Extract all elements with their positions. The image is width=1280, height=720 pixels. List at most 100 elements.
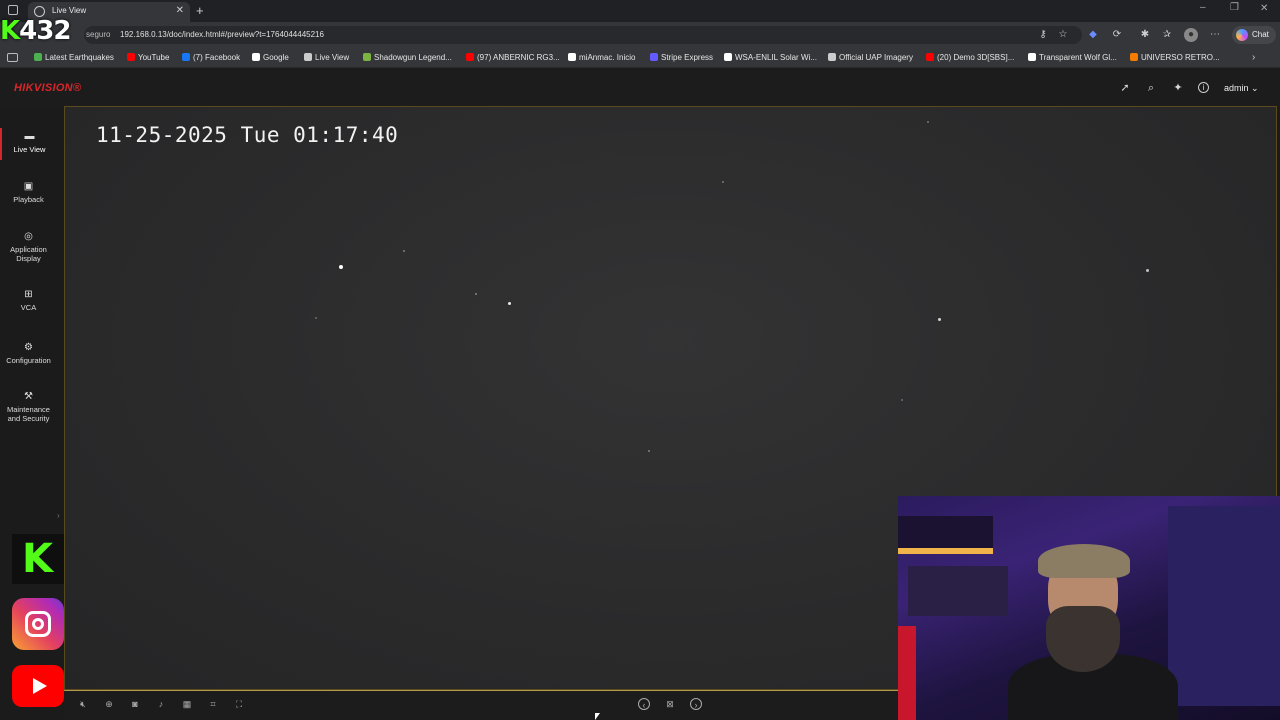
bookmark-item[interactable]: UNIVERSO RETRO... bbox=[1130, 53, 1220, 62]
tab-close-icon[interactable]: ✕ bbox=[176, 5, 184, 16]
info-icon[interactable]: i bbox=[1198, 82, 1209, 93]
star bbox=[315, 317, 317, 319]
star bbox=[901, 399, 903, 401]
bookmark-favicon-icon bbox=[466, 53, 474, 61]
sidebar-item-label: Live View bbox=[13, 145, 46, 154]
bookmark-label: (20) Demo 3D[SBS]... bbox=[937, 53, 1015, 62]
kick-logo: K bbox=[12, 534, 64, 584]
sidebar-item-maintenance[interactable]: ⚒ Maintenance and Security bbox=[0, 392, 57, 424]
bookmark-label: Google bbox=[263, 53, 289, 62]
extensions-icon[interactable]: ✱ bbox=[1138, 28, 1152, 42]
bookmark-item[interactable]: WSA-ENLIL Solar Wi... bbox=[724, 53, 817, 62]
bookmark-favicon-icon bbox=[182, 53, 190, 61]
sidebar-item-application-display[interactable]: ◎ Application Display bbox=[0, 232, 57, 264]
bookmark-favicon-icon bbox=[926, 53, 934, 61]
star bbox=[648, 450, 650, 452]
bookmark-item[interactable]: Transparent Wolf Gl... bbox=[1028, 53, 1117, 62]
bookmark-favicon-icon bbox=[252, 53, 260, 61]
bookmark-label: Shadowgun Legend... bbox=[374, 53, 452, 62]
stop-icon[interactable]: ⊠ bbox=[664, 698, 676, 710]
fullscreen-icon[interactable]: ⛶ bbox=[233, 698, 245, 710]
microphone-icon[interactable]: ♪ bbox=[155, 698, 167, 710]
star bbox=[475, 293, 477, 295]
bookmark-label: (97) ANBERNIC RG3... bbox=[477, 53, 560, 62]
sidebar-item-vca[interactable]: ⊞ VCA bbox=[0, 290, 57, 313]
sidebar-expand-icon[interactable]: › bbox=[57, 511, 60, 520]
sidebar-item-playback[interactable]: ▣ Playback bbox=[0, 181, 57, 205]
minimize-icon[interactable]: – bbox=[1200, 2, 1206, 13]
bookmark-label: Live View bbox=[315, 53, 350, 62]
bookmark-item[interactable]: Shadowgun Legend... bbox=[363, 53, 452, 62]
sidebar-item-label: VCA bbox=[20, 303, 37, 312]
tab-title: Live View bbox=[52, 6, 87, 15]
search-icon[interactable]: ⌕ bbox=[1144, 81, 1158, 95]
star bbox=[927, 121, 929, 123]
live-view-icon: ▬ bbox=[24, 131, 35, 142]
sidebar-item-live-view[interactable]: ▬ Live View bbox=[0, 128, 57, 160]
bookmark-item[interactable]: Live View bbox=[304, 53, 349, 62]
app-header: HIKVISION® bbox=[0, 68, 1280, 106]
bookmark-item[interactable]: miAnmac. Inicio bbox=[568, 53, 635, 62]
url-text: 192.168.0.13/doc/index.html#/preview?t=1… bbox=[120, 30, 324, 39]
bookmark-favicon-icon bbox=[34, 53, 42, 61]
bookmark-item[interactable]: (7) Facebook bbox=[182, 53, 240, 62]
playback-icon: ▣ bbox=[23, 181, 34, 192]
bookmark-item[interactable]: Google bbox=[252, 53, 289, 62]
favorites-icon[interactable]: ✰ bbox=[1160, 28, 1174, 42]
star bbox=[1146, 269, 1149, 272]
bookmarks-overflow-icon[interactable]: › bbox=[1252, 52, 1255, 63]
sidebar-item-configuration[interactable]: ⚙ Configuration bbox=[0, 343, 57, 366]
tab-actions-icon[interactable] bbox=[8, 5, 18, 15]
chat-label: Chat bbox=[1252, 30, 1269, 39]
bookmark-favicon-icon bbox=[363, 53, 371, 61]
sidebar: ▬ Live View ▣ Playback ◎ Application Dis… bbox=[0, 106, 60, 530]
copilot-chat-button[interactable]: Chat bbox=[1232, 26, 1276, 44]
mute-icon[interactable]: 🔇︎ bbox=[77, 698, 89, 710]
bookmark-star-icon[interactable]: ☆ bbox=[1056, 28, 1070, 42]
new-tab-icon[interactable]: + bbox=[196, 3, 204, 18]
profile-avatar-icon[interactable]: ● bbox=[1184, 28, 1198, 42]
record-icon[interactable]: ▦ bbox=[181, 698, 193, 710]
bookmark-label: UNIVERSO RETRO... bbox=[1141, 53, 1220, 62]
more-menu-icon[interactable]: ⋯ bbox=[1208, 28, 1222, 42]
region-zoom-icon[interactable]: ⌗ bbox=[207, 698, 219, 710]
bookmark-favicon-icon bbox=[650, 53, 658, 61]
password-key-icon[interactable]: ⚷ bbox=[1036, 28, 1050, 42]
user-menu[interactable]: admin ⌄ bbox=[1224, 83, 1259, 94]
sidebar-item-label: Configuration bbox=[6, 356, 51, 365]
bookmark-label: Transparent Wolf Gl... bbox=[1039, 53, 1117, 62]
extension-shield-icon[interactable]: ◆ bbox=[1086, 28, 1100, 42]
webcam-shelf bbox=[898, 516, 993, 550]
star bbox=[938, 318, 941, 321]
bookmark-label: miAnmac. Inicio bbox=[579, 53, 636, 62]
zoom-icon[interactable]: ⊕ bbox=[103, 698, 115, 710]
bookmark-item[interactable]: (20) Demo 3D[SBS]... bbox=[926, 53, 1014, 62]
previous-icon[interactable]: ‹ bbox=[638, 698, 650, 710]
username: admin bbox=[1224, 83, 1249, 93]
sidebar-toggle-icon[interactable] bbox=[7, 53, 18, 62]
bookmark-favicon-icon bbox=[1130, 53, 1138, 61]
refresh-icon[interactable]: ⟳ bbox=[1110, 28, 1124, 42]
bookmark-favicon-icon bbox=[1028, 53, 1036, 61]
restore-icon[interactable]: ❐ bbox=[1230, 2, 1239, 13]
webcam-red-light bbox=[898, 626, 916, 720]
webcam-person-beard bbox=[1046, 606, 1120, 672]
puzzle-icon[interactable]: ✦ bbox=[1171, 81, 1185, 95]
bookmark-favicon-icon bbox=[568, 53, 576, 61]
bookmark-item[interactable]: Stripe Express bbox=[650, 53, 713, 62]
bookmark-label: (7) Facebook bbox=[193, 53, 241, 62]
next-icon[interactable]: › bbox=[690, 698, 702, 710]
bookmark-label: Latest Earthquakes bbox=[45, 53, 114, 62]
bookmark-favicon-icon bbox=[304, 53, 312, 61]
sidebar-item-label: Maintenance and Security bbox=[7, 405, 50, 423]
send-icon[interactable]: ➚ bbox=[1118, 81, 1132, 95]
browser-tab-bar: Live View ✕ + – ❐ ✕ bbox=[0, 0, 1280, 22]
instagram-logo bbox=[12, 598, 64, 650]
bookmark-item[interactable]: Latest Earthquakes bbox=[34, 53, 114, 62]
camera-capture-icon[interactable]: ◙ bbox=[129, 698, 141, 710]
bookmark-item[interactable]: (97) ANBERNIC RG3... bbox=[466, 53, 560, 62]
address-bar[interactable]: seguro 192.168.0.13/doc/index.html#/prev… bbox=[84, 26, 1082, 44]
bookmark-item[interactable]: YouTube bbox=[127, 53, 169, 62]
bookmark-item[interactable]: Official UAP Imagery bbox=[828, 53, 913, 62]
close-window-icon[interactable]: ✕ bbox=[1260, 3, 1268, 14]
